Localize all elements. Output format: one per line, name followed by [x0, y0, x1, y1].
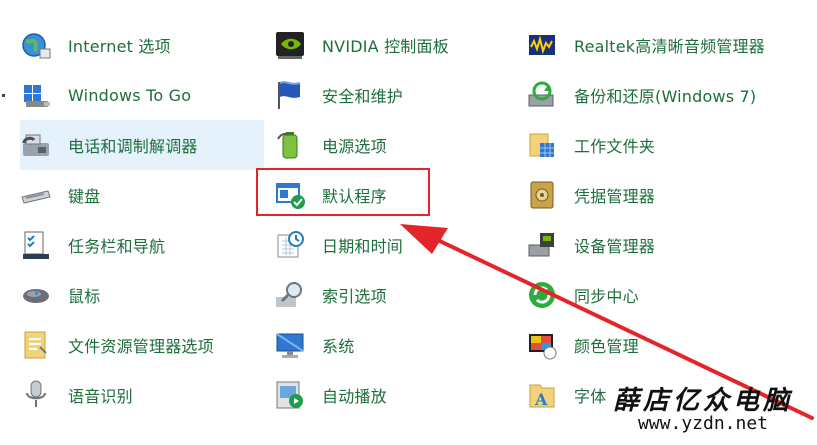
- item-label: 键盘: [68, 187, 101, 206]
- item-label: Windows To Go: [68, 85, 192, 105]
- control-panel-item-nvidia[interactable]: NVIDIA 控制面板: [254, 20, 508, 70]
- folder-options-icon: [20, 329, 52, 361]
- stray-dot: [2, 94, 5, 97]
- item-label: 系统: [322, 337, 355, 356]
- printer-device-icon: [526, 229, 558, 261]
- control-panel-item-realtek[interactable]: Realtek高清晰音频管理器: [506, 20, 806, 70]
- control-panel-item-security-maintenance[interactable]: 安全和维护: [254, 70, 508, 120]
- control-panel-item-internet[interactable]: Internet 选项: [0, 20, 264, 70]
- control-panel-item-windows-to-go[interactable]: Windows To Go: [0, 70, 264, 120]
- item-label: Internet 选项: [68, 37, 171, 56]
- item-label: 颜色管理: [574, 337, 639, 356]
- item-label: 电源选项: [322, 137, 387, 156]
- item-label: 字体: [574, 387, 607, 406]
- item-label: 语音识别: [68, 387, 133, 406]
- item-label: 安全和维护: [322, 87, 404, 106]
- mouse-icon: [20, 279, 52, 311]
- font-folder-icon: A: [526, 379, 558, 411]
- item-label: 电话和调制解调器: [68, 137, 198, 156]
- vault-icon: [526, 179, 558, 211]
- item-label: Realtek高清晰音频管理器: [574, 37, 765, 56]
- control-panel-item-date-time[interactable]: 日期和时间: [254, 220, 508, 270]
- microphone-icon: [20, 379, 52, 411]
- control-panel-item-sync-center[interactable]: 同步中心: [506, 270, 806, 320]
- item-label: 工作文件夹: [574, 137, 656, 156]
- control-panel-item-file-explorer-options[interactable]: 文件资源管理器选项: [0, 320, 264, 370]
- item-label: NVIDIA 控制面板: [322, 37, 449, 56]
- item-label: 备份和还原(Windows 7): [574, 87, 757, 106]
- taskbar-checklist-icon: [20, 229, 52, 261]
- flag-icon: [274, 79, 306, 111]
- watermark: 薛店亿众电脑 www.yzdn.net: [603, 380, 803, 434]
- control-panel-item-taskbar[interactable]: 任务栏和导航: [0, 220, 264, 270]
- item-label: 自动播放: [322, 387, 387, 406]
- phone-fax-icon: [20, 129, 52, 161]
- battery-icon: [274, 129, 306, 161]
- control-panel-item-credential-manager[interactable]: 凭据管理器: [506, 170, 806, 220]
- control-panel-item-indexing[interactable]: 索引选项: [254, 270, 508, 320]
- item-label: 设备管理器: [574, 237, 656, 256]
- item-label: 任务栏和导航: [68, 237, 166, 256]
- default-programs-icon: [274, 179, 306, 211]
- globe-icon: [20, 29, 52, 61]
- nvidia-icon: [274, 29, 306, 61]
- color-monitor-icon: [526, 329, 558, 361]
- audio-meter-icon: [526, 29, 558, 61]
- control-panel-item-backup-restore[interactable]: 备份和还原(Windows 7): [506, 70, 806, 120]
- control-panel-item-keyboard[interactable]: 键盘: [0, 170, 264, 220]
- item-label: 索引选项: [322, 287, 387, 306]
- item-label: 凭据管理器: [574, 187, 656, 206]
- watermark-text: 薛店亿众电脑: [612, 386, 793, 416]
- control-panel-item-phone-modem[interactable]: 电话和调制解调器: [20, 120, 264, 170]
- control-panel-item-work-folders[interactable]: 工作文件夹: [506, 120, 806, 170]
- usb-drive-icon: [20, 79, 52, 111]
- calendar-clock-icon: [274, 229, 306, 261]
- control-panel-item-default-programs[interactable]: 默认程序: [254, 170, 508, 220]
- item-label: 日期和时间: [322, 237, 404, 256]
- control-panel-grid: Internet 选项 Windows To Go 电话和调制解调器 键盘任务栏和导航…: [0, 0, 817, 445]
- magnifier-index-icon: [274, 279, 306, 311]
- control-panel-item-autoplay[interactable]: 自动播放: [254, 370, 508, 420]
- backup-restore-icon: [526, 79, 558, 111]
- keyboard-icon: [20, 179, 52, 211]
- svg-text:A: A: [534, 390, 548, 409]
- autoplay-icon: [274, 379, 306, 411]
- item-label: 鼠标: [68, 287, 101, 306]
- control-panel-item-speech[interactable]: 语音识别: [0, 370, 264, 420]
- control-panel-item-color-management[interactable]: 颜色管理: [506, 320, 806, 370]
- item-label: 文件资源管理器选项: [68, 337, 214, 356]
- control-panel-item-power[interactable]: 电源选项: [254, 120, 508, 170]
- sync-icon: [526, 279, 558, 311]
- control-panel-item-system[interactable]: 系统: [254, 320, 508, 370]
- monitor-icon: [274, 329, 306, 361]
- item-label: 默认程序: [322, 187, 387, 206]
- item-label: 同步中心: [574, 287, 639, 306]
- work-folders-icon: [526, 129, 558, 161]
- control-panel-item-device-manager[interactable]: 设备管理器: [506, 220, 806, 270]
- control-panel-item-mouse[interactable]: 鼠标: [0, 270, 264, 320]
